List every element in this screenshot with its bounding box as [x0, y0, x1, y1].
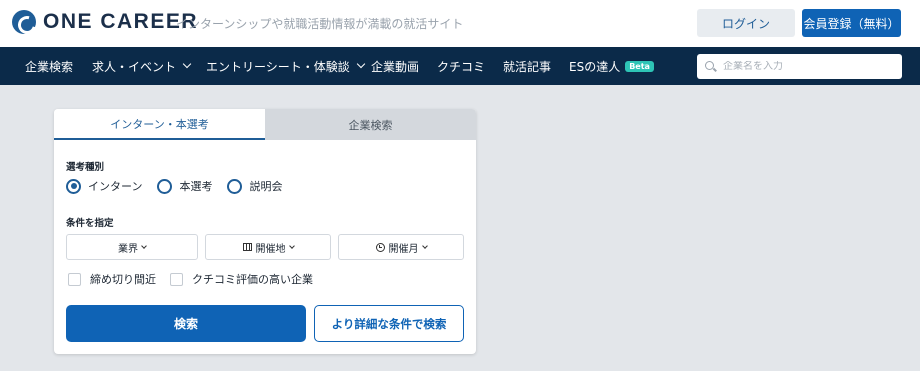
site-header: ONE CAREER インターンシップや就職活動情報が満載の就活サイト ログイン…	[0, 0, 920, 47]
company-search-input[interactable]	[723, 61, 893, 72]
nav-item-label: 求人・イベント	[92, 59, 177, 74]
select-label: 開催地	[255, 243, 286, 255]
select-label: 業界	[118, 243, 138, 255]
location-select[interactable]: 開催地	[205, 234, 331, 260]
radio-info-session[interactable]: 説明会	[227, 178, 282, 194]
chevron-down-icon	[421, 242, 428, 249]
selection-type-radios: インターン 本選考 説明会	[66, 178, 297, 194]
radio-label: インターン	[88, 180, 143, 193]
search-button[interactable]: 検索	[66, 305, 306, 342]
nav-item-es-master[interactable]: ESの達人 Beta	[569, 47, 654, 85]
chevron-down-icon	[356, 59, 366, 69]
checkbox-deadline-soon[interactable]: 締め切り間近	[68, 271, 156, 287]
nav-item-label: 就活記事	[503, 59, 552, 74]
nav-item-company-videos[interactable]: 企業動画	[371, 47, 419, 85]
industry-select[interactable]: 業界	[66, 234, 198, 260]
nav-item-company-search[interactable]: 企業検索	[25, 47, 73, 85]
search-card: インターン・本選考 企業検索 選考種別 インターン 本選考 説明会 条件を指定 …	[54, 109, 476, 354]
site-tagline: インターンシップや就職活動情報が満載の就活サイト	[176, 17, 464, 31]
radio-unchecked-icon	[227, 178, 243, 194]
tab-internship-selection[interactable]: インターン・本選考	[54, 109, 265, 140]
beta-badge: Beta	[625, 60, 654, 72]
radio-unchecked-icon	[157, 178, 173, 194]
nav-item-reviews[interactable]: クチコミ	[437, 47, 485, 85]
nav-item-articles[interactable]: 就活記事	[503, 47, 551, 85]
nav-item-jobs-events[interactable]: 求人・イベント	[92, 47, 192, 85]
nav-item-label: エントリーシート・体験談	[206, 59, 350, 74]
selection-type-label: 選考種別	[66, 162, 105, 173]
tab-company-search[interactable]: 企業検索	[265, 109, 476, 140]
radio-checked-icon	[66, 178, 81, 194]
chevron-down-icon	[288, 242, 295, 249]
checkbox-box[interactable]	[170, 272, 183, 286]
nav-item-label: 企業動画	[371, 59, 420, 74]
map-icon	[242, 243, 252, 251]
radio-main-selection[interactable]: 本選考	[157, 178, 212, 194]
company-search-box[interactable]	[697, 54, 902, 79]
main-nav: 企業検索 求人・イベント エントリーシート・体験談 企業動画 クチコミ 就活記事…	[0, 47, 920, 85]
chevron-down-icon	[182, 59, 192, 69]
register-button[interactable]: 会員登録（無料）	[802, 9, 901, 37]
logo[interactable]: ONE CAREER	[12, 10, 198, 34]
radio-label: 本選考	[179, 180, 213, 193]
conditions-label: 条件を指定	[66, 218, 114, 229]
detailed-search-button[interactable]: より詳細な条件で検索	[314, 305, 464, 342]
search-icon	[705, 60, 717, 73]
checkbox-label: クチコミ評価の高い企業	[192, 273, 313, 286]
logo-text: ONE CAREER	[43, 10, 199, 33]
nav-item-entry-sheets[interactable]: エントリーシート・体験談	[206, 47, 366, 85]
checkbox-box[interactable]	[68, 272, 81, 286]
logo-mark-icon	[12, 10, 36, 34]
month-select[interactable]: 開催月	[338, 234, 464, 260]
nav-item-label: 企業検索	[25, 59, 74, 74]
radio-label: 説明会	[249, 180, 283, 193]
clock-icon	[375, 242, 385, 252]
radio-internship[interactable]: インターン	[66, 178, 142, 194]
select-label: 開催月	[388, 243, 419, 255]
checkbox-label: 締め切り間近	[90, 273, 156, 286]
nav-item-label: クチコミ	[437, 59, 486, 74]
filter-checkboxes: 締め切り間近 クチコミ評価の高い企業	[68, 271, 327, 287]
checkbox-high-rated[interactable]: クチコミ評価の高い企業	[170, 271, 313, 287]
chevron-down-icon	[141, 242, 147, 249]
login-button[interactable]: ログイン	[697, 9, 795, 37]
nav-item-label: ESの達人	[569, 59, 621, 74]
